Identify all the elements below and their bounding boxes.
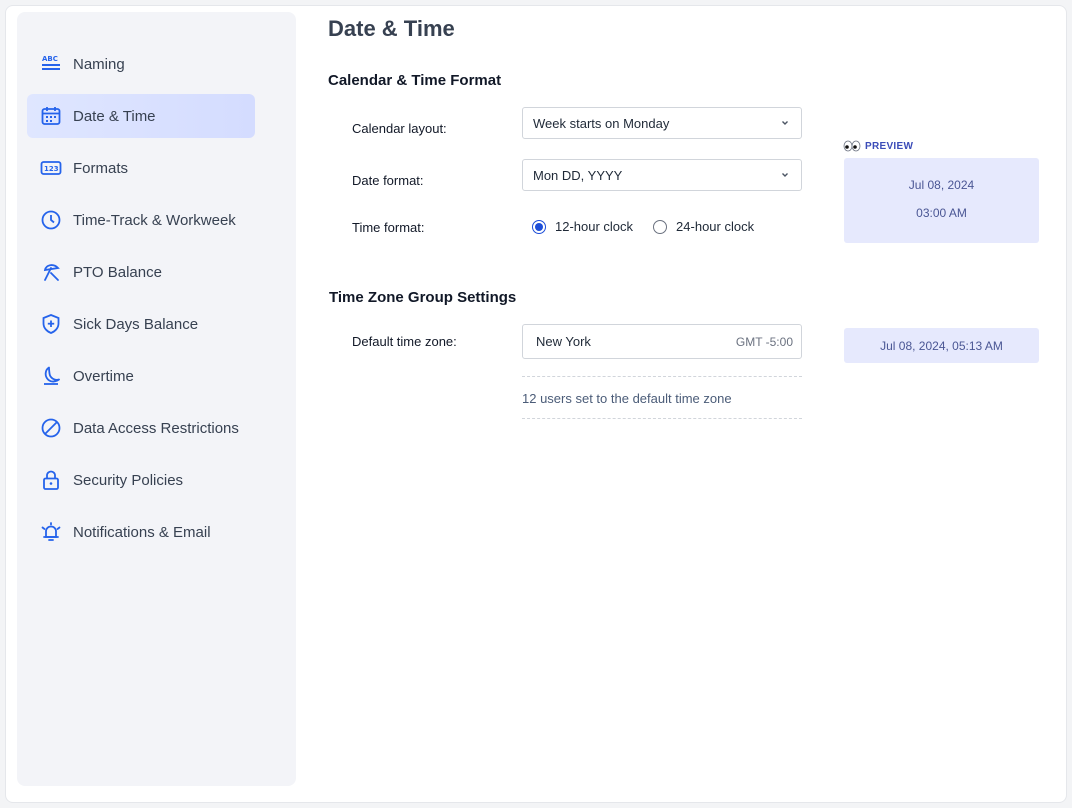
sidebar-item-label: Notifications & Email [73, 523, 211, 541]
preview-label-text: PREVIEW [865, 140, 914, 152]
sidebar-item-label: PTO Balance [73, 263, 162, 281]
radio-label: 24-hour clock [676, 219, 755, 234]
eyes-icon [843, 140, 861, 152]
sidebar-item-data-access-restrictions[interactable]: Data Access Restrictions [27, 406, 255, 450]
radio-indicator-selected[interactable] [532, 219, 546, 234]
radio-12-hour-clock[interactable]: 12-hour clock [532, 219, 633, 234]
prohibited-icon [39, 416, 63, 440]
chevron-down-icon [782, 173, 788, 177]
clock-icon [39, 208, 63, 232]
radio-indicator[interactable] [653, 219, 668, 234]
preview-label: PREVIEW [843, 140, 913, 152]
sidebar-item-notifications-email[interactable]: Notifications & Email [27, 510, 255, 554]
sidebar-item-label: Sick Days Balance [73, 315, 199, 333]
sidebar-item-label: Security Policies [73, 471, 184, 489]
date-format-select[interactable]: Mon DD, YYYY [522, 159, 802, 191]
calendar-layout-label: Calendar layout: [352, 121, 447, 136]
section-title-calendar-time-format: Calendar & Time Format [328, 72, 502, 89]
sidebar-item-time-track-workweek[interactable]: Time-Track & Workweek [27, 198, 255, 242]
time-zone-preview: Jul 08, 2024, 05:13 AM [844, 328, 1039, 363]
chevron-down-icon [782, 121, 788, 125]
time-zone-offset: GMT -5:00 [735, 334, 793, 349]
sidebar-item-label: Date & Time [73, 107, 156, 125]
sidebar-item-label: Time-Track & Workweek [73, 211, 236, 229]
sidebar-item-sick-days-balance[interactable]: Sick Days Balance [27, 302, 255, 346]
sidebar-item-label: Formats [73, 159, 129, 177]
number-format-icon: 123 [39, 156, 63, 180]
medical-shield-icon [39, 312, 63, 336]
sidebar-item-security-policies[interactable]: Security Policies [27, 458, 255, 502]
sidebar-item-label: Naming [73, 55, 125, 73]
date-format-label: Date format: [352, 173, 424, 188]
preview-time: 03:00 AM [916, 206, 967, 220]
svg-text:123: 123 [44, 165, 59, 173]
calendar-layout-value: Week starts on Monday [533, 115, 670, 131]
beach-umbrella-icon [39, 260, 63, 284]
svg-text:ABC: ABC [42, 55, 58, 63]
page-title: Date & Time [328, 16, 455, 41]
divider [522, 376, 802, 377]
radio-24-hour-clock[interactable]: 24-hour clock [653, 219, 754, 234]
date-format-value: Mon DD, YYYY [533, 167, 623, 183]
sidebar-item-label: Overtime [73, 367, 134, 385]
preview-date: Jul 08, 2024 [908, 178, 975, 192]
default-time-zone-label: Default time zone: [352, 334, 457, 349]
abc-list-icon: ABC [39, 52, 63, 76]
sidebar-item-pto-balance[interactable]: PTO Balance [27, 250, 255, 294]
time-zone-city: New York [536, 334, 591, 349]
alarm-bell-icon [39, 520, 63, 544]
sidebar-item-label: Data Access Restrictions [73, 419, 239, 437]
lock-icon [39, 468, 63, 492]
sidebar-item-naming[interactable]: ABC Naming [27, 42, 255, 86]
users-default-tz-note: 12 users set to the default time zone [522, 391, 732, 406]
radio-label: 12-hour clock [555, 219, 634, 234]
time-format-radio-group: 12-hour clock 24-hour clock [532, 219, 774, 234]
section-title-time-zone-group-settings: Time Zone Group Settings [329, 289, 517, 306]
calendar-layout-select[interactable]: Week starts on Monday [522, 107, 802, 139]
date-time-preview: Jul 08, 2024 03:00 AM [844, 158, 1039, 243]
time-format-label: Time format: [352, 220, 425, 235]
divider [522, 418, 802, 419]
calendar-icon [39, 104, 63, 128]
sidebar-item-formats[interactable]: 123 Formats [27, 146, 255, 190]
moon-icon [39, 364, 63, 388]
default-time-zone-select[interactable]: New York GMT -5:00 [522, 324, 802, 359]
sidebar-item-overtime[interactable]: Overtime [27, 354, 255, 398]
sidebar-item-date-time[interactable]: Date & Time [27, 94, 255, 138]
